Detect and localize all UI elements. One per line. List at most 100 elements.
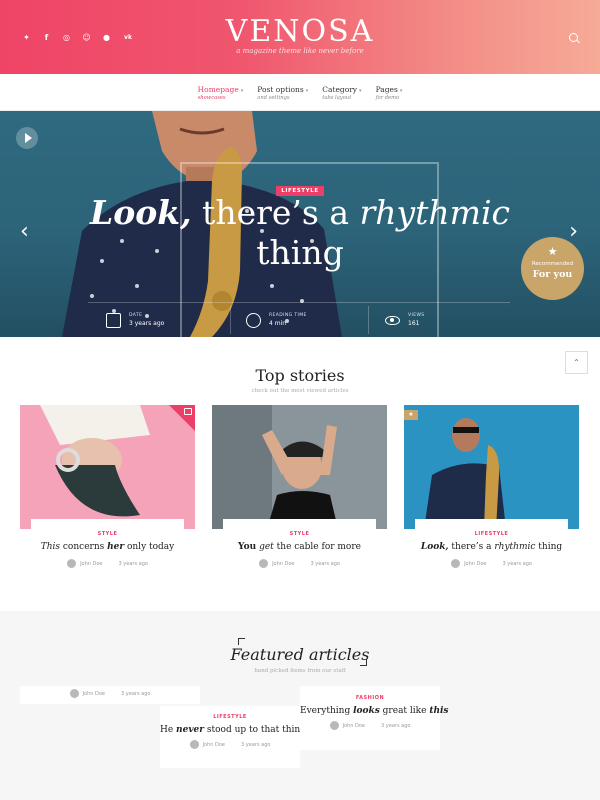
title-part: her [107,542,125,552]
chevron-down-icon: ▾ [240,88,244,94]
title-part: looks [353,706,380,716]
title-part: You [238,542,257,552]
post-time: 3 years ago [310,560,340,567]
nav-item-category[interactable]: Category ▾ tabs layout [322,85,361,110]
author-name[interactable]: John Doe [343,723,365,729]
story-title[interactable]: Everything looks great like this [300,706,449,716]
hero-title-bold: Look, [89,193,192,232]
title-part: there’s a [448,542,495,552]
site-logo[interactable]: VENOSA [0,14,600,49]
author-name[interactable]: John Doe [80,561,102,567]
bracket-decoration [238,638,245,645]
featured-title: Featured articles [230,645,370,664]
top-stories-subtitle: check out the most viewed articles [251,388,349,394]
story-title[interactable]: He never stood up to that thing [160,725,306,735]
avatar [67,559,77,568]
author-name[interactable]: John Doe [203,742,225,748]
featured-card[interactable]: FASHION Everything looks great like this… [300,686,449,750]
nav-sublabel: and settings [257,95,290,101]
divider [230,306,231,334]
story-category[interactable]: STYLE [223,531,376,537]
story-card[interactable]: ★ LIFESTYLE Look, there’s a rhythmic thi… [404,405,579,595]
meta-reading-time: READING TIME 4 min [246,303,307,337]
title-part: He [160,725,177,735]
post-time: 3 years ago [241,741,271,748]
title-part: this [429,706,449,716]
nav-sublabel: showcases [197,95,226,101]
avatar [259,559,269,568]
nav-item-pages[interactable]: Pages ▾ for demo [376,85,403,110]
nav-label: Homepage [197,85,239,94]
search-icon[interactable] [569,33,578,42]
hero-title-mid: there’s a [191,193,360,232]
title-part: never [176,725,205,735]
meta-views: VIEWS 161 [385,303,425,337]
title-part: get [256,542,277,552]
avatar [69,689,79,698]
title-part: the cable for more [276,542,361,552]
calendar-icon [106,312,121,328]
story-category[interactable]: FASHION [300,695,440,701]
star-icon: ★ [404,410,418,420]
nav-item-homepage[interactable]: Homepage ▾ showcases [198,85,244,110]
post-time: 3 years ago [121,690,151,697]
meta-value: 3 years ago [129,320,165,327]
title-part: great like [379,706,430,716]
post-time: 3 years ago [502,560,532,567]
nav-label: Post options [257,85,304,94]
hero-title-italic: rhythmic [359,193,510,232]
clock-icon [246,312,261,328]
story-illustration [212,405,387,529]
post-time: 3 years ago [118,560,148,567]
nav-sublabel: for demo [375,95,400,101]
chevron-down-icon: ▾ [399,88,403,94]
story-image[interactable] [20,405,195,529]
avatar [329,721,339,730]
image-icon [184,408,192,415]
author-name[interactable]: John Doe [272,561,294,567]
nav-item-post-options[interactable]: Post options ▾ and settings [257,85,308,110]
meta-label: READING TIME [269,313,307,318]
chevron-down-icon: ▾ [359,88,362,94]
hero-title[interactable]: Look, there’s a rhythmic thing [0,193,600,273]
title-part: thing [535,542,563,552]
story-card[interactable]: STYLE You get the cable for more John Do… [212,405,387,595]
nav-label: Category [322,85,358,94]
featured-card[interactable]: LIFESTYLE He never stood up to that thin… [160,706,306,768]
meta-value: 4 min [269,320,287,327]
post-time: 3 years ago [381,722,411,729]
featured-subtitle: hand picked items from our staff [254,668,346,674]
hero-meta: DATE 3 years ago READING TIME 4 min VIEW… [0,303,600,337]
story-category[interactable]: LIFESTYLE [160,714,300,720]
story-category[interactable]: LIFESTYLE [415,531,568,537]
play-icon[interactable] [16,127,38,149]
story-category[interactable]: STYLE [31,531,184,537]
avatar [189,740,199,749]
nav-label: Pages [375,85,398,94]
main-nav: Homepage ▾ showcases Post options ▾ and se… [0,74,600,111]
featured-card[interactable]: John Doe 3 years ago [20,686,200,704]
top-stories-title: Top stories [255,366,345,385]
nav-sublabel: tabs layout [322,95,352,101]
story-title[interactable]: You get the cable for more [223,542,376,552]
story-title[interactable]: Look, there’s a rhythmic thing [415,542,568,552]
title-part: Everything [300,706,354,716]
story-image[interactable]: ★ [404,405,579,529]
title-part: Look, [420,542,449,552]
site-tagline: a magazine theme like never before [236,47,364,55]
story-image[interactable] [212,405,387,529]
author-name[interactable]: John Doe [464,561,486,567]
chevron-down-icon: ▾ [305,88,309,94]
title-part: concerns [60,542,108,552]
meta-label: VIEWS [408,313,425,318]
divider [368,306,369,334]
title-part: only today [124,542,175,552]
story-illustration [404,405,579,529]
meta-value: 161 [408,320,420,327]
hero-title-end: thing [256,233,344,272]
meta-date: DATE 3 years ago [106,303,164,337]
meta-label: DATE [129,313,143,318]
author-name[interactable]: John Doe [83,691,105,697]
story-card[interactable]: STYLE This concerns her only today John … [20,405,195,595]
story-title[interactable]: This concerns her only today [31,542,184,552]
